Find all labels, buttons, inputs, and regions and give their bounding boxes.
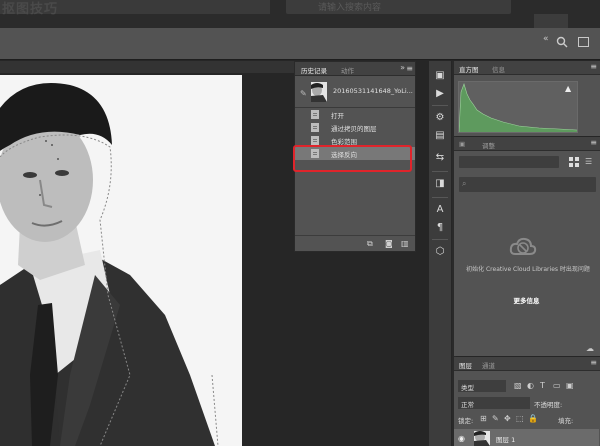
tab-actions[interactable]: 动作: [341, 65, 354, 75]
snapshot-thumbnail: [311, 82, 327, 102]
tab-layers[interactable]: 图层: [459, 360, 472, 370]
histogram-panel-tabs: 直方图 信息 ≡: [454, 61, 600, 75]
fill-label: 填充:: [558, 417, 574, 425]
history-footer: ⧉ ◙ ▥: [295, 235, 415, 251]
canvas-area[interactable]: [0, 73, 294, 446]
layer-filter-row: 类型 ▧ ◐ T ▭ ▣: [454, 377, 599, 393]
libraries-panel-tabs: ▣ 调整 ≡: [454, 137, 600, 151]
trash-icon[interactable]: ▥: [401, 239, 409, 248]
workspace-icon[interactable]: [578, 37, 589, 47]
blend-mode-select[interactable]: 正常: [458, 397, 530, 409]
pixel-filter-icon[interactable]: ▧: [514, 381, 522, 390]
type-filter-icon[interactable]: T: [540, 381, 545, 390]
panel-menu-icon[interactable]: ≡: [590, 62, 597, 71]
lock-transparent-icon[interactable]: ⊞: [480, 414, 487, 423]
cloud-error-icon: [509, 234, 537, 262]
tab-channels[interactable]: 通道: [482, 360, 495, 370]
more-info-link[interactable]: 更多信息: [454, 295, 599, 305]
tab-libraries-icon[interactable]: ▣: [459, 140, 465, 148]
layer-name[interactable]: 图层 1: [496, 434, 515, 444]
libraries-toolbar: ☰: [454, 153, 599, 171]
expand-arrows-icon[interactable]: »: [400, 63, 405, 72]
history-snapshot[interactable]: ✎ 20160531141648_YoLi...: [295, 76, 415, 108]
blend-row: 正常 不透明度:: [454, 395, 599, 411]
layers-panel-tabs: 图层 通道 ≡: [454, 357, 600, 371]
divider: [432, 197, 448, 198]
library-search-input[interactable]: ⌕: [459, 177, 596, 192]
lock-row: 锁定: ⊞ ✎ ✥ ⬚ 🔒 填充:: [454, 411, 599, 427]
history-step-label: 通过拷贝的图层: [331, 125, 377, 133]
smart-object-filter-icon[interactable]: ▣: [566, 381, 574, 390]
document-tab-strip: [0, 61, 294, 73]
character-icon[interactable]: A: [433, 203, 447, 217]
styles-icon[interactable]: ▤: [433, 129, 447, 143]
portrait-image: [0, 75, 242, 446]
histogram-panel: 直方图 信息 ≡ ▲: [453, 61, 600, 136]
tab-adjustments[interactable]: 调整: [482, 140, 495, 150]
tab-history[interactable]: 历史记录: [301, 65, 327, 75]
divider: [432, 171, 448, 172]
cloud-sync-icon[interactable]: ☁: [586, 344, 594, 353]
panel-menu-icon[interactable]: ≡: [590, 138, 597, 147]
history-brush-icon[interactable]: ✎: [300, 89, 307, 98]
grid-view-icon[interactable]: [569, 157, 579, 167]
lock-position-icon[interactable]: ✥: [504, 414, 511, 423]
libraries-icon[interactable]: ◨: [433, 177, 447, 191]
collapse-arrows-icon[interactable]: «: [543, 34, 549, 44]
libraries-panel: ▣ 调整 ≡ ☰ ⌕ 初始化 Creative Cloud Libraries …: [453, 137, 600, 356]
3d-cube-icon[interactable]: ⬡: [433, 245, 447, 259]
banner-text: 抠图技巧: [2, 2, 59, 17]
list-view-icon[interactable]: ☰: [585, 157, 592, 166]
panel-menu-icon[interactable]: ≡: [590, 358, 597, 367]
warning-icon[interactable]: ▲: [565, 84, 571, 93]
options-bar: «: [0, 28, 600, 60]
histogram-graph: [458, 81, 578, 133]
top-banner: 抠图技巧 请输入搜索内容: [0, 0, 600, 28]
tab-info[interactable]: 信息: [492, 64, 505, 74]
opacity-label: 不透明度:: [534, 401, 563, 409]
lock-artboard-icon[interactable]: ⬚: [516, 414, 524, 423]
layers-panel: 图层 通道 ≡ 类型 ▧ ◐ T ▭ ▣ 正常 不透明度: 锁定: ⊞ ✎ ✥ …: [453, 357, 600, 446]
lock-label: 锁定:: [458, 417, 474, 425]
panel-icon-column: ▣ ▶ ⚙ ▤ ⇆ ◨ A ¶ ⬡: [429, 61, 451, 446]
eye-visibility-icon[interactable]: ◉: [458, 434, 465, 443]
library-dropdown[interactable]: [459, 156, 559, 168]
search-icon: ⌕: [462, 179, 467, 188]
document-photo: [0, 75, 242, 446]
layer-row[interactable]: ◉ 图层 1: [454, 429, 599, 446]
paragraph-icon[interactable]: ¶: [433, 221, 447, 235]
panel-menu-icon[interactable]: ≡: [406, 64, 413, 73]
divider: [432, 239, 448, 240]
adjustments-icon[interactable]: ⚙: [433, 111, 447, 125]
lock-all-icon[interactable]: 🔒: [528, 414, 538, 423]
properties-icon[interactable]: ⇆: [433, 151, 447, 165]
search-placeholder: 请输入搜索内容: [318, 3, 382, 13]
shape-filter-icon[interactable]: ▭: [553, 381, 561, 390]
lock-image-icon[interactable]: ✎: [492, 414, 499, 423]
divider: [432, 105, 448, 106]
history-panel-tabs: 历史记录 动作 » ≡: [295, 62, 415, 76]
search-icon[interactable]: [556, 36, 568, 48]
document-icon: [311, 110, 319, 119]
highlight-box: [293, 145, 412, 172]
camera-snapshot-icon[interactable]: ◙: [385, 239, 393, 248]
search-button[interactable]: [534, 14, 568, 28]
libraries-error-message: 初始化 Creative Cloud Libraries 时出现问题: [466, 266, 590, 273]
actions-play-icon[interactable]: ▶: [433, 87, 447, 101]
history-step[interactable]: 打开: [295, 108, 415, 121]
layer-kind-filter[interactable]: 类型: [458, 380, 506, 392]
history-step[interactable]: 通过拷贝的图层: [295, 121, 415, 134]
snapshot-name: 20160531141648_YoLi...: [333, 87, 413, 95]
tab-histogram[interactable]: 直方图: [459, 64, 479, 74]
new-document-from-state-icon[interactable]: ⧉: [367, 239, 373, 249]
document-icon: [311, 123, 319, 132]
adjustment-filter-icon[interactable]: ◐: [527, 381, 534, 390]
layer-thumbnail: [474, 431, 490, 446]
history-step-label: 打开: [331, 112, 344, 120]
document-icon: [311, 136, 319, 145]
history-panel-icon[interactable]: ▣: [433, 69, 447, 83]
